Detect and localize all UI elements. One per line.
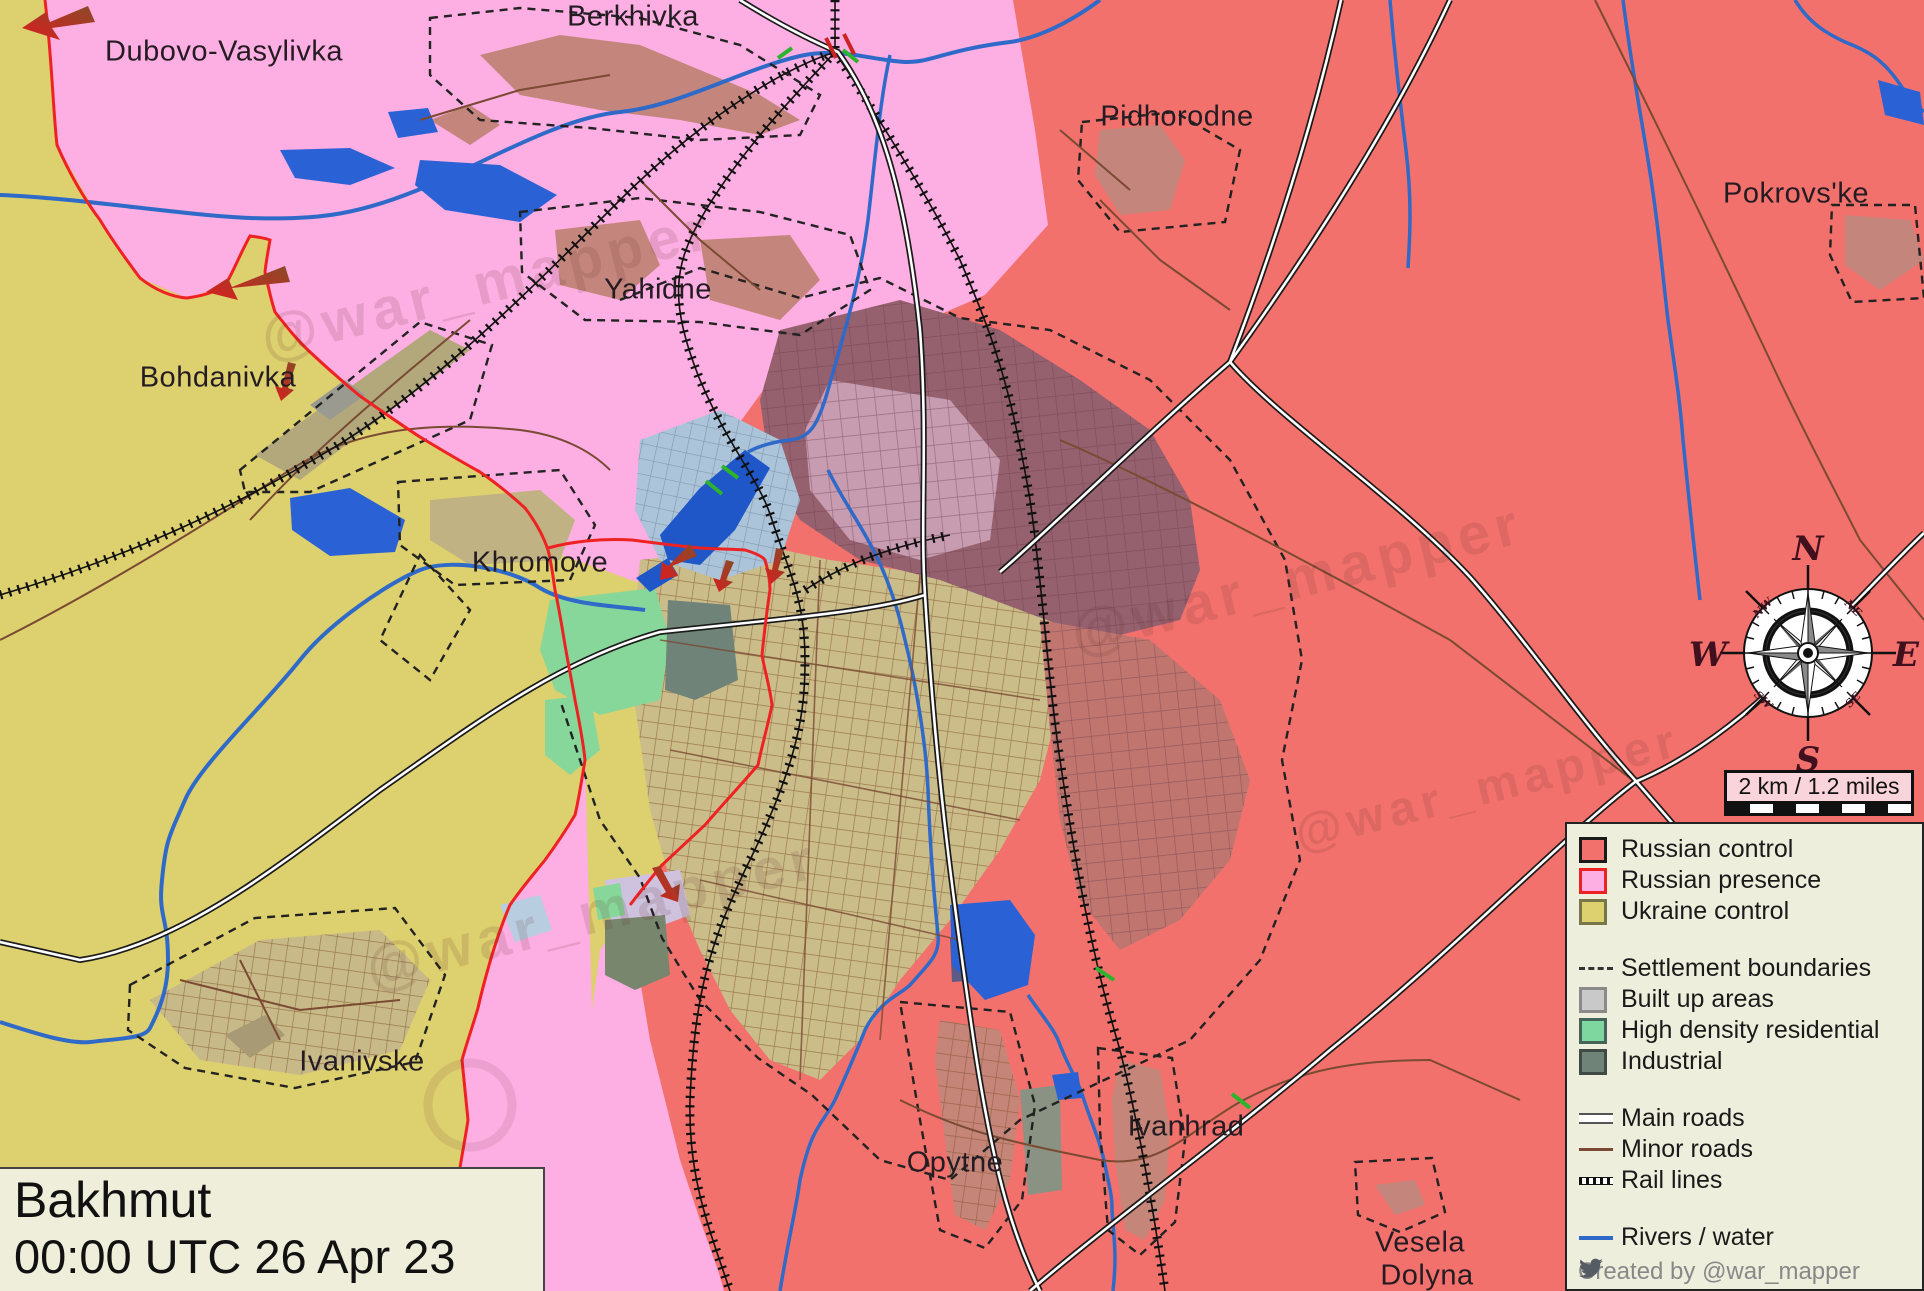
- compass-rose: [1720, 565, 1896, 741]
- built-up-swatch: [1579, 987, 1607, 1013]
- place-label-dolyna: Dolyna: [1380, 1260, 1473, 1291]
- industrial-swatch: [1579, 1049, 1607, 1075]
- title-box: Bakhmut 00:00 UTC 26 Apr 23: [0, 1167, 545, 1291]
- legend-label: Russian presence: [1621, 866, 1821, 895]
- legend-row: Rail lines: [1579, 1165, 1922, 1196]
- legend-row: Industrial: [1579, 1046, 1922, 1077]
- place-label-opytne: Opytne: [907, 1147, 1004, 1180]
- minor-road-icon: [1579, 1148, 1613, 1151]
- map-title: Bakhmut: [14, 1171, 529, 1229]
- credit-text: Created by @war_mapper: [1578, 1258, 1860, 1286]
- place-label-dubovo-vasylivka: Dubovo-Vasylivka: [105, 36, 343, 69]
- place-label-bohdanivka: Bohdanivka: [140, 362, 297, 395]
- legend-label: Minor roads: [1621, 1135, 1753, 1164]
- high-density-swatch: [1579, 1018, 1607, 1044]
- map-timestamp: 00:00 UTC 26 Apr 23: [14, 1229, 529, 1285]
- rail-line-icon: [1579, 1177, 1613, 1185]
- twitter-bird-icon: [1578, 1258, 1604, 1280]
- legend-label: Built up areas: [1621, 985, 1774, 1014]
- legend-label: Rivers / water: [1621, 1223, 1774, 1252]
- place-label-ivanhrad: Ivanhrad: [1128, 1111, 1245, 1144]
- russian-presence-swatch: [1579, 868, 1607, 894]
- compass-north-label: N: [1792, 529, 1823, 569]
- legend-row: Ukraine control: [1579, 896, 1922, 927]
- scale-ticks: [1724, 804, 1914, 816]
- legend-label: Industrial: [1621, 1047, 1722, 1076]
- compass-west-label: W: [1689, 635, 1727, 675]
- russian-control-swatch: [1579, 837, 1607, 863]
- bakhmut-war-map: @war_mapper @war_mapper @war_mapper @war…: [0, 0, 1924, 1291]
- legend-row: Minor roads: [1579, 1134, 1922, 1165]
- scale-bar: 2 km / 1.2 miles: [1724, 770, 1914, 816]
- compass-east-label: E: [1893, 635, 1919, 675]
- legend-row: Rivers / water: [1579, 1222, 1922, 1253]
- legend-label: Settlement boundaries: [1621, 954, 1871, 983]
- place-label-ivanivske: Ivanivske: [299, 1046, 424, 1079]
- legend-label: Ukraine control: [1621, 897, 1789, 926]
- legend-row: Russian presence: [1579, 865, 1922, 896]
- legend-row: Built up areas: [1579, 984, 1922, 1015]
- place-label-khromove: Khromove: [472, 547, 608, 580]
- map-legend: Russian control Russian presence Ukraine…: [1565, 822, 1924, 1291]
- place-label-pokrovske: Pokrovs'ke: [1723, 178, 1869, 211]
- place-label-vesela: Vesela: [1375, 1227, 1465, 1260]
- credit-line: Created by @war_mapper: [1578, 1258, 1918, 1286]
- legend-label: Rail lines: [1621, 1166, 1722, 1195]
- legend-row: Settlement boundaries: [1579, 953, 1922, 984]
- place-label-yahidne: Yahidne: [604, 274, 712, 307]
- river-icon: [1579, 1236, 1613, 1240]
- legend-row: Russian control: [1579, 834, 1922, 865]
- place-label-pidhorodne: Pidhorodne: [1100, 101, 1253, 134]
- scale-label: 2 km / 1.2 miles: [1724, 770, 1914, 804]
- legend-label: Russian control: [1621, 835, 1793, 864]
- settlement-boundary-icon: [1579, 967, 1613, 970]
- main-road-icon: [1579, 1113, 1613, 1124]
- legend-row: Main roads: [1579, 1103, 1922, 1134]
- legend-label: Main roads: [1621, 1104, 1745, 1133]
- legend-row: High density residential: [1579, 1015, 1922, 1046]
- legend-label: High density residential: [1621, 1016, 1879, 1045]
- ukraine-control-swatch: [1579, 899, 1607, 925]
- place-label-berkhivka: Berkhivka: [567, 1, 699, 34]
